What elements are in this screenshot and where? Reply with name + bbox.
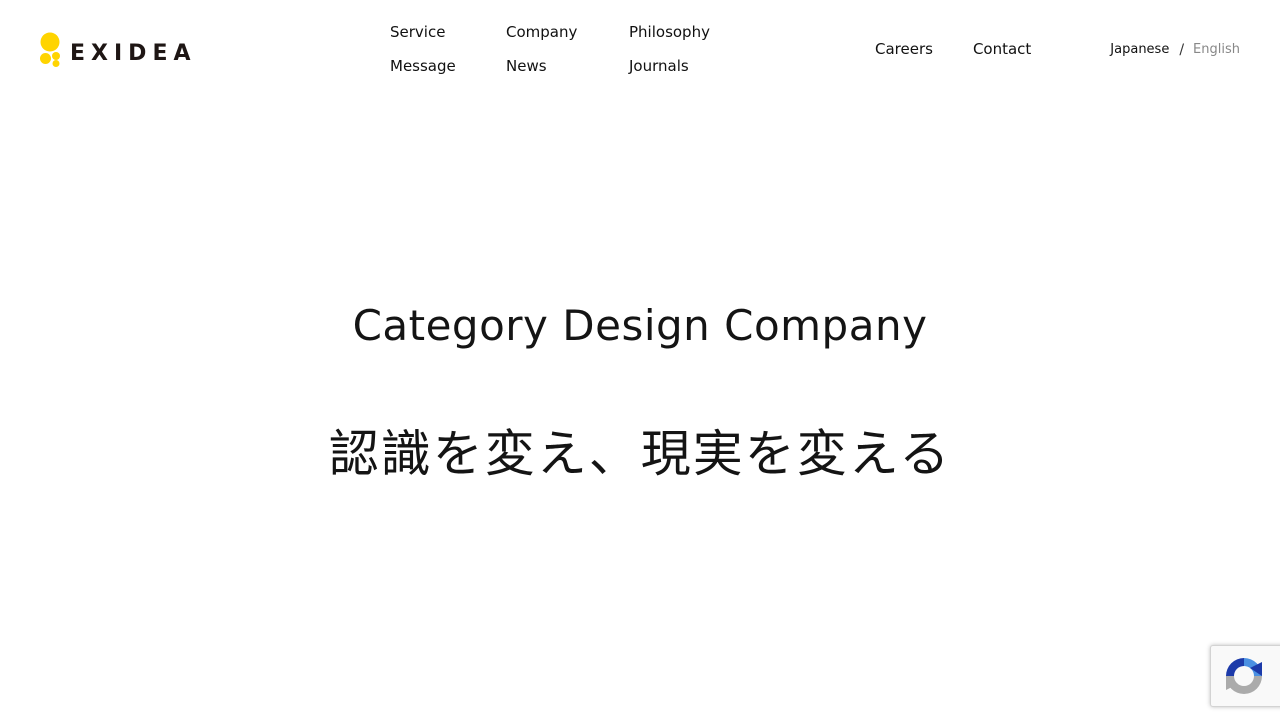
- nav-careers[interactable]: Careers: [875, 37, 933, 61]
- secondary-nav: Careers Contact: [875, 37, 1031, 61]
- nav-philosophy[interactable]: Philosophy: [629, 20, 739, 54]
- hero-title: Category Design Company: [352, 301, 928, 350]
- primary-nav: Service Company Philosophy Message News …: [390, 20, 739, 88]
- language-switcher: Japanese / English: [1110, 38, 1240, 62]
- nav-journals[interactable]: Journals: [629, 54, 739, 88]
- nav-news[interactable]: News: [506, 54, 629, 88]
- recaptcha-icon: [1226, 658, 1262, 694]
- language-separator: /: [1179, 42, 1185, 58]
- logo-mark-icon: [40, 32, 60, 67]
- recaptcha-badge[interactable]: [1210, 645, 1280, 707]
- language-english-link[interactable]: English: [1193, 38, 1240, 62]
- nav-service[interactable]: Service: [390, 20, 506, 54]
- exidea-logo[interactable]: EXIDEA: [40, 32, 197, 68]
- logo-wordmark: EXIDEA: [70, 41, 197, 66]
- language-japanese-link[interactable]: Japanese: [1110, 38, 1169, 62]
- nav-message[interactable]: Message: [390, 54, 506, 88]
- nav-contact[interactable]: Contact: [973, 37, 1031, 61]
- page: EXIDEA Service Company Philosophy Messag…: [0, 0, 1280, 720]
- hero-subtitle: 認識を変え、現実を変える: [328, 425, 952, 483]
- nav-company[interactable]: Company: [506, 20, 629, 54]
